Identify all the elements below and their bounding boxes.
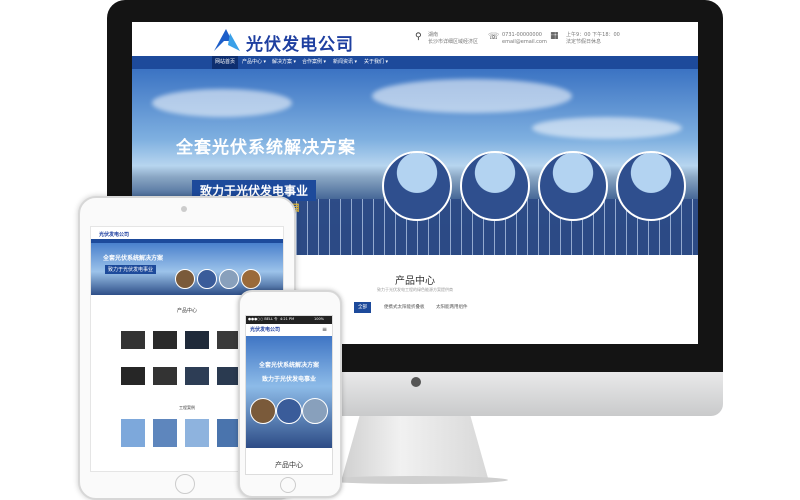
monitor-base bbox=[322, 476, 508, 484]
phone-time: 4:21 PM bbox=[280, 317, 295, 321]
phone-products-title: 产品中心 bbox=[275, 461, 303, 469]
hours-block: 上午9：00 下午18：00 法定节假日休息 bbox=[566, 32, 620, 46]
tablet-product-thumb[interactable] bbox=[153, 331, 177, 349]
cloud bbox=[152, 89, 292, 117]
nav-item-news[interactable]: 新闻资讯 ▾ bbox=[330, 56, 360, 69]
banner-photo-city bbox=[538, 151, 608, 221]
tablet-banner-photo bbox=[219, 269, 239, 289]
tablet-banner: 全套光伏系统解决方案 致力于光伏发电事业 bbox=[91, 243, 283, 295]
tablet-product-thumb[interactable] bbox=[121, 331, 145, 349]
hours-line1: 上午9：00 下午18：00 bbox=[566, 32, 620, 38]
phone-block: 0731-00000000 email@email.com bbox=[502, 32, 547, 46]
phone-battery: 100% bbox=[314, 317, 325, 321]
phone-menu-icon[interactable]: ≡ bbox=[322, 326, 327, 333]
tablet-case-thumb[interactable] bbox=[185, 419, 209, 447]
banner-photo-roof bbox=[616, 151, 686, 221]
address-line1: 湖南 bbox=[428, 32, 439, 38]
tablet-banner-photo bbox=[241, 269, 261, 289]
calendar-icon: ▦ bbox=[550, 31, 559, 41]
phone-banner: 全套光伏系统解决方案 致力于光伏发电事业 bbox=[246, 336, 332, 448]
tablet-case-thumb[interactable] bbox=[153, 419, 177, 447]
tablet-banner-photo bbox=[197, 269, 217, 289]
address-block: 湖南 长沙市详细区域经济区 bbox=[428, 32, 478, 46]
phone-status-bar: ●●●○○ BELL 令 4:21 PM 100% bbox=[246, 316, 332, 324]
phone-logo-text[interactable]: 光伏发电公司 bbox=[250, 326, 280, 333]
tablet-logo-text[interactable]: 光伏发电公司 bbox=[99, 231, 129, 238]
address-line2: 长沙市详细区域经济区 bbox=[428, 39, 479, 45]
hours-line2: 法定节假日休息 bbox=[566, 39, 602, 45]
phone-screen: ●●●○○ BELL 令 4:21 PM 100% 光伏发电公司 ≡ 全套光伏系… bbox=[245, 315, 333, 475]
site-header: 光伏发电公司 ⚲ 湖南 长沙市详细区域经济区 ☏ 0731-00000000 e… bbox=[132, 22, 698, 56]
phone-banner-photo bbox=[302, 398, 328, 424]
phone-line1: 0731-00000000 bbox=[502, 32, 542, 38]
category-all[interactable]: 全部 bbox=[354, 302, 371, 313]
phone-home-button[interactable] bbox=[280, 477, 296, 493]
nav-item-about[interactable]: 关于我们 ▾ bbox=[362, 56, 390, 69]
category-foldable[interactable]: 便携式太阳能折叠板 bbox=[380, 302, 429, 313]
monitor-stand bbox=[342, 416, 488, 478]
phone-banner-photo bbox=[276, 398, 302, 424]
phone-banner-photo bbox=[250, 398, 276, 424]
banner-photo-field bbox=[460, 151, 530, 221]
tablet-product-thumb[interactable] bbox=[121, 367, 145, 385]
tablet-product-thumb[interactable] bbox=[185, 331, 209, 349]
tablet-product-thumb[interactable] bbox=[153, 367, 177, 385]
nav-item-solutions[interactable]: 解决方案 ▾ bbox=[270, 56, 298, 69]
tablet-banner-title: 全套光伏系统解决方案 bbox=[103, 255, 164, 262]
email-line: email@email.com bbox=[502, 39, 547, 45]
monitor-logo-dot bbox=[411, 377, 421, 387]
banner-photo-house bbox=[382, 151, 452, 221]
phone-carrier: ●●●○○ BELL 令 bbox=[248, 317, 278, 321]
logo-icon[interactable] bbox=[212, 27, 242, 53]
cloud bbox=[372, 79, 572, 113]
phone-icon: ☏ bbox=[488, 32, 500, 42]
nav-item-products[interactable]: 产品中心 ▾ bbox=[240, 56, 268, 69]
nav-item-cases[interactable]: 合作案例 ▾ bbox=[300, 56, 328, 69]
site-logo-text[interactable]: 光伏发电公司 bbox=[246, 30, 354, 55]
tablet-banner-sub: 致力于光伏发电事业 bbox=[105, 265, 157, 274]
banner-title: 全套光伏系统解决方案 bbox=[176, 138, 356, 158]
tablet-product-thumb[interactable] bbox=[185, 367, 209, 385]
tablet-camera bbox=[181, 206, 187, 212]
cloud bbox=[532, 117, 682, 139]
phone-banner-title: 全套光伏系统解决方案 bbox=[258, 362, 319, 369]
phone-banner-sub: 致力于光伏发电事业 bbox=[261, 376, 316, 383]
tablet-banner-photo bbox=[175, 269, 195, 289]
location-icon: ⚲ bbox=[415, 32, 422, 42]
tablet-case-thumb[interactable] bbox=[121, 419, 145, 447]
category-dual[interactable]: 太阳能两用组件 bbox=[432, 302, 472, 313]
main-nav: 网站首页 产品中心 ▾ 解决方案 ▾ 合作案例 ▾ 新闻资讯 ▾ 关于我们 ▾ bbox=[132, 56, 698, 69]
tablet-home-button[interactable] bbox=[175, 474, 195, 494]
nav-item-home[interactable]: 网站首页 bbox=[212, 56, 238, 69]
